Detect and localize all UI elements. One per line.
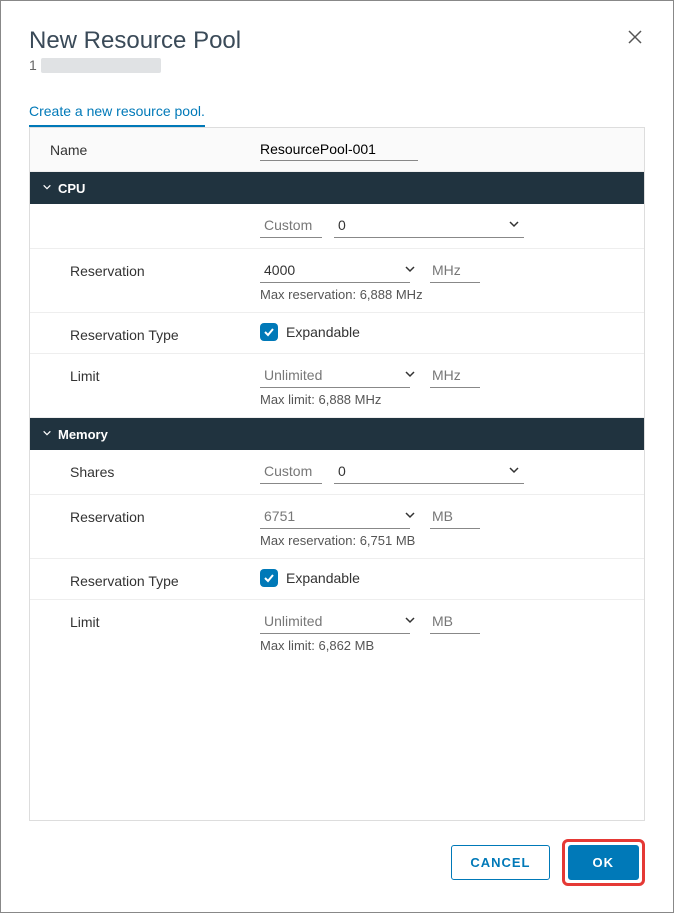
- cpu-shares-preset-select[interactable]: [260, 214, 322, 238]
- memory-reservation-unit[interactable]: [430, 505, 480, 529]
- cpu-section-header[interactable]: CPU: [30, 172, 644, 204]
- memory-limit-input[interactable]: [260, 610, 410, 634]
- name-input[interactable]: [260, 138, 418, 161]
- cpu-reservation-unit[interactable]: [430, 259, 480, 283]
- name-label: Name: [50, 142, 260, 158]
- cpu-reservation-type-row: Reservation Type Expandable: [30, 313, 644, 354]
- cpu-limit-row: Limit Max limit: 6,888 MHz: [30, 354, 644, 418]
- dialog-title: New Resource Pool: [29, 27, 241, 55]
- cpu-section-body: Reservation Max reservation: 6,888 MHz: [30, 204, 644, 418]
- cpu-reservation-hint: Max reservation: 6,888 MHz: [260, 287, 624, 302]
- cpu-reservation-input[interactable]: [260, 259, 410, 283]
- memory-expandable-checkbox[interactable]: [260, 569, 278, 587]
- memory-limit-label: Limit: [70, 610, 260, 630]
- memory-limit-row: Limit Max limit: 6,862 MB: [30, 600, 644, 663]
- memory-expandable-label: Expandable: [286, 570, 360, 586]
- cpu-expandable-label: Expandable: [286, 324, 360, 340]
- ok-button[interactable]: OK: [568, 845, 640, 880]
- memory-limit-hint: Max limit: 6,862 MB: [260, 638, 624, 653]
- cpu-reservation-row: Reservation Max reservation: 6,888 MHz: [30, 249, 644, 313]
- memory-shares-label: Shares: [70, 460, 260, 480]
- cpu-reservation-type-label: Reservation Type: [70, 323, 260, 343]
- cpu-expandable-checkbox[interactable]: [260, 323, 278, 341]
- cpu-shares-row: [30, 204, 644, 249]
- memory-limit-unit[interactable]: [430, 610, 480, 634]
- subtitle-prefix: 1: [29, 57, 37, 73]
- memory-reservation-type-label: Reservation Type: [70, 569, 260, 589]
- memory-shares-value-input[interactable]: [334, 460, 524, 484]
- close-icon[interactable]: [625, 27, 645, 50]
- cancel-button[interactable]: CANCEL: [451, 845, 549, 880]
- chevron-down-icon: [42, 425, 52, 443]
- tab-create[interactable]: Create a new resource pool.: [29, 103, 205, 128]
- memory-shares-preset-select[interactable]: [260, 460, 322, 484]
- cpu-limit-input[interactable]: [260, 364, 410, 388]
- name-row: Name: [30, 128, 644, 172]
- cpu-section-title: CPU: [58, 181, 85, 196]
- chevron-down-icon: [42, 179, 52, 197]
- redacted-text: [41, 58, 161, 73]
- memory-section-body: Shares R: [30, 450, 644, 663]
- new-resource-pool-dialog: New Resource Pool 1 Create a new resourc…: [1, 1, 673, 912]
- dialog-header: New Resource Pool 1: [29, 27, 645, 73]
- dialog-footer: CANCEL OK: [29, 821, 645, 886]
- cpu-limit-label: Limit: [70, 364, 260, 384]
- cpu-shares-label-empty: [70, 214, 260, 218]
- memory-reservation-hint: Max reservation: 6,751 MB: [260, 533, 624, 548]
- form-panel: Name CPU: [29, 127, 645, 821]
- tab-bar: Create a new resource pool.: [29, 103, 645, 128]
- memory-reservation-input[interactable]: [260, 505, 410, 529]
- memory-reservation-label: Reservation: [70, 505, 260, 525]
- memory-section-title: Memory: [58, 427, 108, 442]
- cpu-reservation-label: Reservation: [70, 259, 260, 279]
- memory-reservation-type-row: Reservation Type Expandable: [30, 559, 644, 600]
- memory-shares-row: Shares: [30, 450, 644, 495]
- memory-reservation-row: Reservation Max reservation: 6,751 MB: [30, 495, 644, 559]
- cpu-limit-unit[interactable]: [430, 364, 480, 388]
- ok-highlight: OK: [562, 839, 646, 886]
- cpu-shares-value-input[interactable]: [334, 214, 524, 238]
- dialog-subtitle: 1: [29, 57, 241, 73]
- cpu-limit-hint: Max limit: 6,888 MHz: [260, 392, 624, 407]
- memory-section-header[interactable]: Memory: [30, 418, 644, 450]
